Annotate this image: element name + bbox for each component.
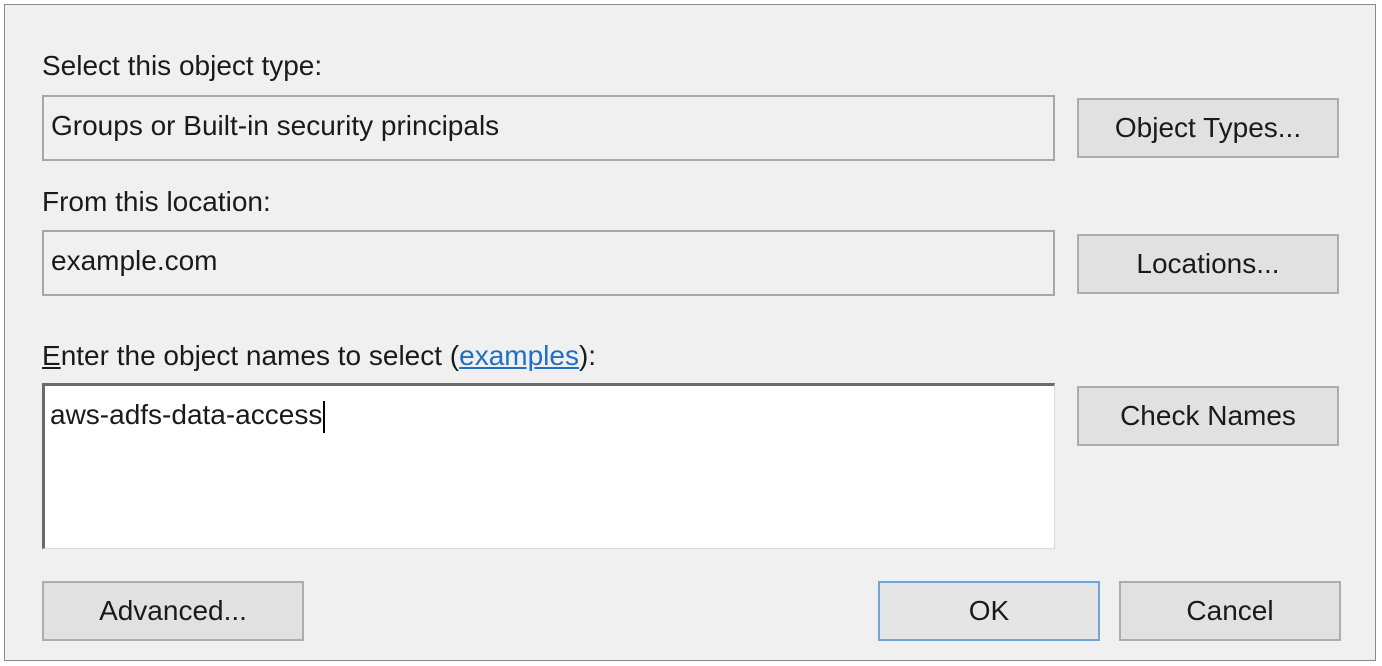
object-types-button[interactable]: Object Types... <box>1077 98 1339 158</box>
select-groups-dialog: Select this object type: Groups or Built… <box>4 4 1376 661</box>
object-names-label-end: ): <box>578 340 597 371</box>
text-caret <box>323 400 326 433</box>
cancel-button[interactable]: Cancel <box>1119 581 1341 641</box>
advanced-button[interactable]: Advanced... <box>42 581 304 641</box>
location-label: From this location: <box>42 186 271 217</box>
object-type-field: Groups or Built-in security principals <box>42 95 1055 161</box>
object-names-input[interactable]: aws-adfs-data-access <box>42 383 1055 549</box>
object-names-value: aws-adfs-data-access <box>50 399 323 430</box>
object-names-label: Enter the object names to select (exampl… <box>42 339 596 373</box>
locations-button[interactable]: Locations... <box>1077 234 1339 294</box>
ok-button[interactable]: OK <box>878 581 1100 641</box>
object-names-label-text: nter the object names to select ( <box>60 340 460 371</box>
object-type-label: Select this object type: <box>42 50 323 81</box>
check-names-button[interactable]: Check Names <box>1077 386 1339 446</box>
examples-link[interactable]: examples <box>459 340 579 371</box>
location-field: example.com <box>42 230 1055 296</box>
accelerator-char: E <box>42 340 61 371</box>
